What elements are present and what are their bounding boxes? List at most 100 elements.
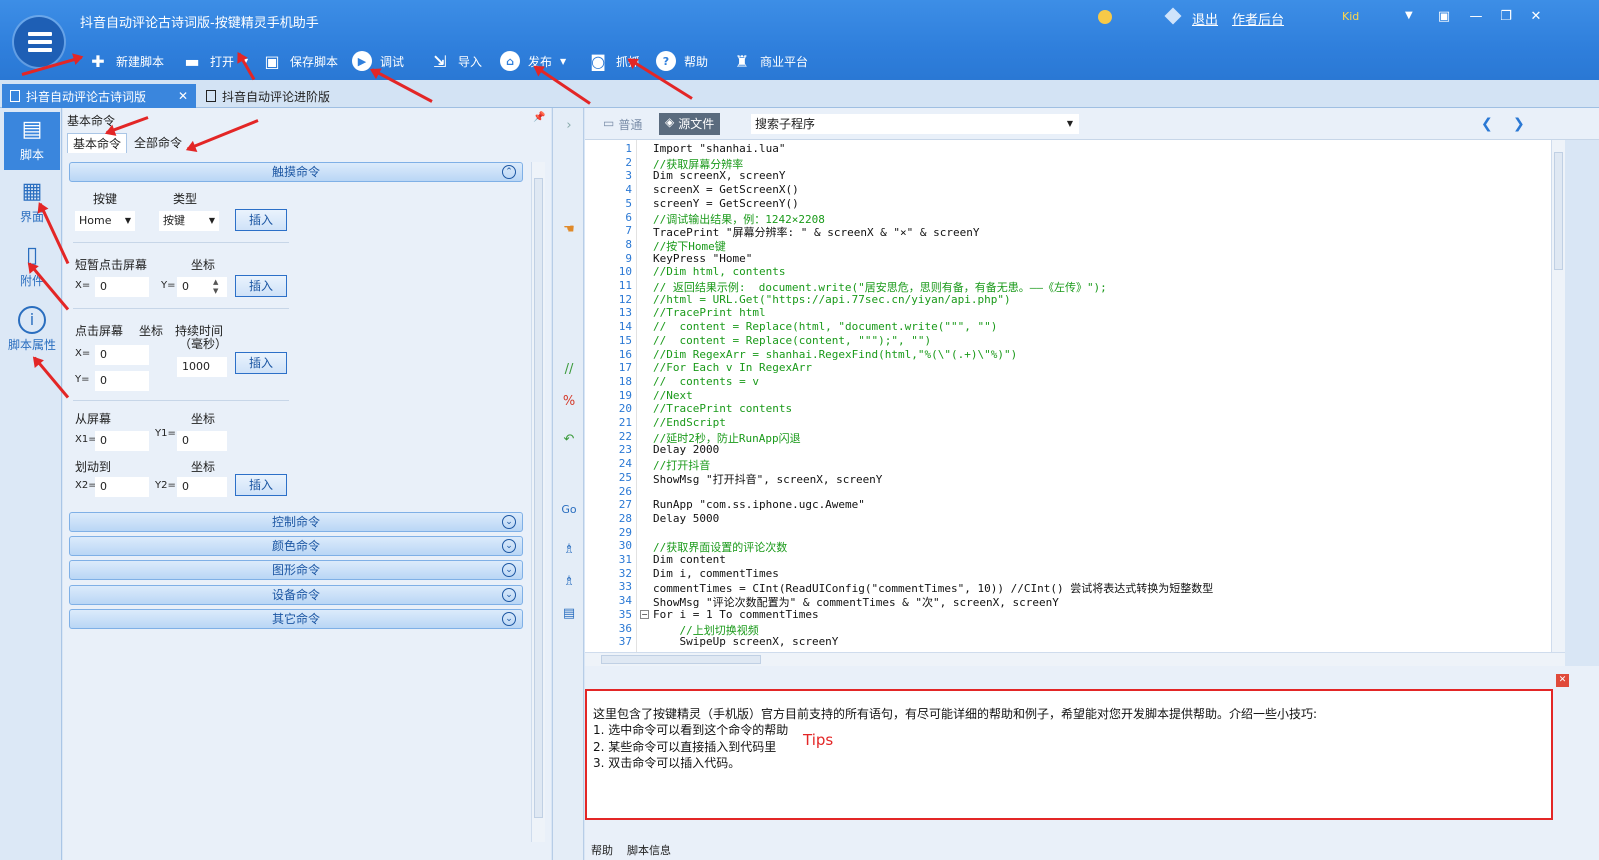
category-touch[interactable]: 触摸命令 ⌃ bbox=[69, 162, 523, 182]
line-number: 30 bbox=[618, 539, 632, 553]
nav-ui[interactable]: ▦ 界面 bbox=[4, 174, 60, 232]
bag-icon: ♜ bbox=[734, 51, 750, 71]
pin-icon[interactable]: 📌 bbox=[533, 112, 545, 123]
category-graphics[interactable]: 图形命令 ⌄ bbox=[69, 560, 523, 580]
comment-icon[interactable]: // bbox=[559, 360, 579, 380]
tab-script-info[interactable]: 脚本信息 bbox=[627, 842, 671, 858]
dropdown-icon[interactable]: ▼ bbox=[1405, 10, 1413, 21]
category-color[interactable]: 颜色命令 ⌄ bbox=[69, 536, 523, 556]
list-icon[interactable]: ▤ bbox=[559, 604, 579, 624]
type-select[interactable]: 按键 bbox=[159, 211, 219, 231]
replace-icon[interactable]: ♗ bbox=[559, 572, 579, 592]
import-button[interactable]: ⇲ 导入 bbox=[430, 50, 482, 72]
line-number: 27 bbox=[618, 498, 632, 512]
code-line: Dim screenX, screenY bbox=[653, 169, 786, 183]
line-number: 7 bbox=[625, 224, 632, 238]
insert-press-button[interactable]: 插入 bbox=[235, 352, 287, 374]
logout-link[interactable]: 退出 bbox=[1192, 9, 1218, 28]
subtab-basic[interactable]: 基本命令 bbox=[67, 133, 128, 153]
document-icon bbox=[206, 90, 216, 102]
tab-help[interactable]: 帮助 bbox=[591, 842, 613, 858]
divider bbox=[73, 400, 289, 401]
line-number: 24 bbox=[618, 457, 632, 471]
line-number: 33 bbox=[618, 580, 632, 594]
tap-y-input[interactable]: 0 bbox=[177, 277, 227, 297]
line-number: 10 bbox=[618, 265, 632, 279]
nav-script[interactable]: ▤ 脚本 bbox=[4, 112, 60, 170]
from-label: 从屏幕 bbox=[75, 412, 112, 426]
insert-key-button[interactable]: 插入 bbox=[235, 209, 287, 231]
edit-tool-strip: › ☚ // % ↶ Go ♗ ♗ ▤ bbox=[552, 108, 584, 860]
help-button[interactable]: ? 帮助 bbox=[656, 50, 708, 72]
mode-source-button[interactable]: ◈ 源文件 bbox=[659, 113, 721, 135]
y2-input[interactable]: 0 bbox=[177, 477, 227, 497]
user-avatar-icon[interactable] bbox=[1098, 10, 1112, 24]
category-control[interactable]: 控制命令 ⌄ bbox=[69, 512, 523, 532]
chevron-down-icon: ▼ bbox=[560, 56, 567, 66]
maximize-icon[interactable]: ❐ bbox=[1498, 10, 1514, 24]
minimize-icon[interactable]: — bbox=[1468, 10, 1484, 24]
code-line: //Next bbox=[653, 388, 693, 402]
key-select[interactable]: Home bbox=[75, 211, 135, 231]
fold-icon[interactable]: − bbox=[640, 610, 649, 619]
y1-input[interactable]: 0 bbox=[177, 431, 227, 451]
line-number: 15 bbox=[618, 333, 632, 347]
help-close-icon[interactable]: ✕ bbox=[1556, 674, 1569, 687]
x1-input[interactable]: 0 bbox=[95, 431, 149, 451]
author-backend-link[interactable]: 作者后台 bbox=[1232, 9, 1284, 28]
nav-back-icon[interactable]: ❮ bbox=[1481, 116, 1493, 132]
editor-hscrollbar[interactable] bbox=[585, 652, 1565, 666]
new-script-button[interactable]: ✚ 新建脚本 bbox=[88, 50, 164, 72]
press-y-input[interactable]: 0 bbox=[95, 371, 149, 391]
command-scrollbar[interactable] bbox=[531, 162, 545, 842]
nav-script-properties[interactable]: i 脚本属性 bbox=[4, 302, 60, 360]
line-number: 1 bbox=[625, 142, 632, 155]
collapse-handle-icon[interactable]: › bbox=[559, 116, 579, 136]
code-line: // content = Replace(html, "document.wri… bbox=[653, 320, 998, 334]
close-icon[interactable]: ✕ bbox=[1528, 10, 1544, 24]
editor-vscrollbar[interactable] bbox=[1551, 140, 1565, 652]
undo-icon[interactable]: ↶ bbox=[559, 430, 579, 450]
menu-icon[interactable] bbox=[14, 17, 64, 67]
insert-tap-button[interactable]: 插入 bbox=[235, 275, 287, 297]
duration-input[interactable]: 1000 bbox=[177, 357, 227, 377]
save-script-button[interactable]: ▣ 保存脚本 bbox=[262, 50, 338, 72]
tab-doc-1[interactable]: 抖音自动评论古诗词版 ✕ bbox=[2, 84, 196, 108]
code-line: // content = Replace(content, """);", ""… bbox=[653, 333, 932, 347]
subroutine-select[interactable]: 搜索子程序 ▼ bbox=[751, 114, 1079, 134]
line-number: 8 bbox=[625, 237, 632, 251]
line-number: 29 bbox=[618, 525, 632, 539]
code-line: //EndScript bbox=[653, 416, 726, 429]
command-panel: 基本命令 📌 基本命令 全部命令 触摸命令⌃ 按键 类型 Home 按键 插入 … bbox=[63, 108, 551, 860]
insert-swipe-button[interactable]: 插入 bbox=[235, 474, 287, 496]
type-label: 类型 bbox=[173, 192, 198, 206]
code-line: //html = URL.Get("https://api.77sec.cn/y… bbox=[653, 292, 1011, 306]
hand-icon[interactable]: ☚ bbox=[559, 220, 579, 240]
tab-close-icon[interactable]: ✕ bbox=[178, 89, 188, 103]
code-editor[interactable]: 1 2 3 4 5 6 7 8 9 10 11 12 13 14 15 16 17 18 19 20 21 22 23 24 2… bbox=[585, 140, 1565, 652]
document-icon bbox=[10, 90, 20, 102]
category-other[interactable]: 其它命令 ⌄ bbox=[69, 609, 523, 629]
line-number: 5 bbox=[625, 196, 632, 210]
find-icon[interactable]: ♗ bbox=[559, 540, 579, 560]
business-platform-button[interactable]: ♜ 商业平台 bbox=[732, 50, 808, 72]
divider bbox=[73, 308, 289, 309]
tap-x-input[interactable]: 0 bbox=[95, 277, 149, 297]
nav-forward-icon[interactable]: ❯ bbox=[1513, 116, 1525, 132]
category-device[interactable]: 设备命令 ⌄ bbox=[69, 585, 523, 605]
source-icon: ◈ bbox=[665, 115, 675, 129]
restore-skin-icon[interactable]: ▣ bbox=[1436, 10, 1452, 24]
goto-icon[interactable]: Go bbox=[559, 500, 579, 520]
uncomment-icon[interactable]: % bbox=[559, 392, 579, 412]
press-x-input[interactable]: 0 bbox=[95, 345, 149, 365]
subtab-all[interactable]: 全部命令 bbox=[129, 133, 187, 153]
line-number: 13 bbox=[618, 306, 632, 320]
mode-normal-button[interactable]: ▭ 普通 bbox=[603, 116, 642, 133]
code-line: KeyPress "Home" bbox=[653, 251, 753, 265]
x2-input[interactable]: 0 bbox=[95, 477, 149, 497]
spinner-icon[interactable]: ▲ ▼ bbox=[213, 278, 218, 296]
help-content: 这里包含了按键精灵（手机版）官方目前支持的所有语句，有尽可能详细的帮助和例子，希… bbox=[585, 689, 1553, 820]
code-line: SwipeUp screenX, screenY bbox=[653, 635, 839, 649]
line-number: 22 bbox=[618, 429, 632, 443]
tab-doc-2[interactable]: 抖音自动评论进阶版 bbox=[198, 84, 348, 108]
